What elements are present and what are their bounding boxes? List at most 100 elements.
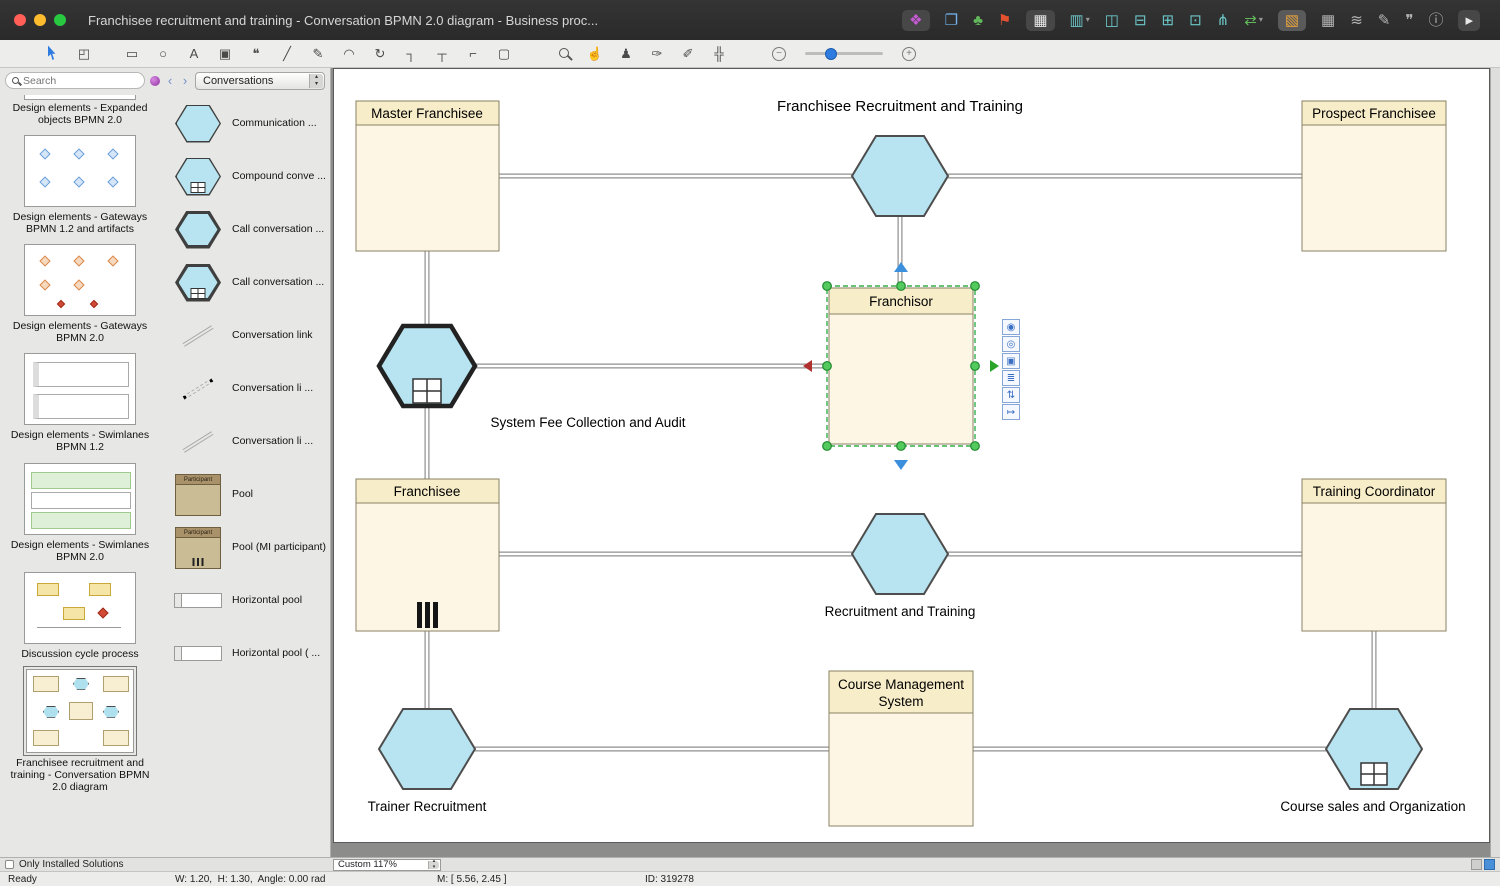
shape-item[interactable]: Horizontal pool [160, 574, 330, 627]
frame-tool-icon[interactable]: ▣ [214, 47, 236, 60]
template-item[interactable]: Design elements - Swimlanes BPMN 1.2 [0, 353, 160, 453]
color-style-icon[interactable]: ◎ [1002, 336, 1020, 352]
scroll-corner-button[interactable] [1471, 859, 1482, 870]
template-item[interactable]: Design elements - Expanded objects BPMN … [0, 95, 160, 126]
tree-connector-icon[interactable]: ⋔ [1217, 13, 1230, 28]
template-item[interactable]: Design elements - Gateways BPMN 1.2 and … [0, 135, 160, 235]
pool-franchisee[interactable]: Franchisee [356, 479, 499, 631]
curve-tool-icon[interactable]: ↻ [369, 47, 391, 60]
present-icon[interactable]: ▸ [1458, 10, 1480, 31]
smart-connector-icon[interactable]: ⌐ [462, 47, 484, 60]
search-input[interactable] [23, 75, 123, 87]
connect-action-icon[interactable]: ↦ [1002, 404, 1020, 420]
arc-tool-icon[interactable]: ◠ [338, 47, 360, 60]
shape-item[interactable]: Horizontal pool ( ... [160, 627, 330, 680]
elbow-connector-icon[interactable]: ┐ [400, 47, 422, 60]
copy-document-icon[interactable]: ❐ [945, 13, 958, 28]
properties-list-icon[interactable]: ≣ [1002, 370, 1020, 386]
line-tool-icon[interactable]: ╱ [276, 47, 298, 60]
pool-title[interactable]: Franchisor [869, 294, 933, 309]
zoom-slider[interactable] [805, 52, 883, 55]
insert-shape-icon[interactable]: ⊞ [1162, 13, 1175, 28]
conversation-node-trainer[interactable] [379, 709, 475, 789]
endpoint-arrow-left-icon[interactable] [803, 360, 812, 372]
polyline-connector-icon[interactable]: ┬ [431, 47, 453, 60]
pool-course-management-system[interactable]: Course Management System [829, 671, 973, 826]
pool-master-franchisee[interactable]: Master Franchisee [356, 101, 499, 251]
pencil-tool-icon[interactable]: ✎ [307, 47, 329, 60]
callout-tool-icon[interactable]: ❝ [245, 47, 267, 60]
pan-tool-icon[interactable]: ☝ [584, 47, 606, 60]
pool-title[interactable]: Master Franchisee [371, 106, 483, 121]
zoom-window-button[interactable] [54, 14, 66, 26]
vertical-scrollbar[interactable] [1490, 68, 1500, 857]
nav-back-button[interactable]: ‹ [165, 74, 175, 87]
shape-format-icon[interactable]: ▣ [1002, 353, 1020, 369]
swimlane-h-icon[interactable]: ◫ [1105, 13, 1119, 28]
flag-icon[interactable]: ⚑ [998, 13, 1011, 28]
eyedropper-tool-icon[interactable]: ✑ [646, 47, 668, 60]
label-system-fee[interactable]: System Fee Collection and Audit [490, 415, 685, 430]
rectangle-tool-icon[interactable]: ▭ [121, 47, 143, 60]
document-page[interactable]: Master Franchisee Prospect Franchisee Fr… [333, 68, 1490, 843]
layers-icon[interactable]: ⊡ [1189, 13, 1202, 28]
shape-item[interactable]: Call conversation ... [160, 256, 330, 309]
zoom-out-button[interactable]: − [772, 47, 786, 61]
table-icon[interactable]: ▦ [1026, 10, 1054, 31]
shape-item[interactable]: Participant Pool [160, 468, 330, 521]
page-navigator-button[interactable] [1484, 859, 1495, 870]
conversation-node-recruitment-top[interactable] [852, 136, 948, 216]
pool-franchisor[interactable]: Franchisor [829, 288, 973, 444]
minimize-button[interactable] [34, 14, 46, 26]
swimlane-v-icon[interactable]: ⊟ [1134, 13, 1147, 28]
library-dropdown[interactable]: Conversations ▴▾ [195, 72, 325, 90]
conversation-node-recruitment[interactable] [852, 514, 948, 594]
template-item[interactable]: Design elements - Swimlanes BPMN 2.0 [0, 463, 160, 563]
swap-vertical-icon[interactable]: ⇅ [1002, 387, 1020, 403]
endpoint-arrow-right-icon[interactable] [990, 360, 999, 372]
close-button[interactable] [14, 14, 26, 26]
zoom-slider-knob[interactable] [825, 48, 837, 60]
grid-icon[interactable]: ▦ [1321, 13, 1335, 28]
zoom-in-button[interactable]: + [902, 47, 916, 61]
pool-title[interactable]: Franchisee [394, 484, 461, 499]
shape-item[interactable]: Conversation li ... [160, 415, 330, 468]
conversation-node-system-fee[interactable] [379, 326, 475, 406]
pool-prospect-franchisee[interactable]: Prospect Franchisee [1302, 101, 1446, 251]
wave-icon[interactable]: ≋ [1350, 13, 1363, 28]
rounded-rect-tool-icon[interactable]: ▢ [493, 47, 515, 60]
label-course-sales[interactable]: Course sales and Organization [1280, 799, 1465, 814]
shape-item[interactable]: Compound conve ... [160, 150, 330, 203]
info-icon[interactable]: ⓘ [1428, 13, 1443, 28]
pool-title-line2[interactable]: System [878, 694, 923, 709]
zoom-level-dropdown[interactable]: Custom 117% ▴▾ [333, 859, 441, 871]
pool-title[interactable]: Training Coordinator [1313, 484, 1436, 499]
solutions-app-icon[interactable]: ❖ [902, 10, 929, 31]
solutions-panel-icon[interactable] [150, 76, 160, 86]
shape-item[interactable]: Call conversation ... [160, 203, 330, 256]
select-tool-icon[interactable] [42, 45, 64, 62]
glue-arrow-bottom-icon[interactable] [894, 460, 908, 470]
clover-icon[interactable]: ♣ [973, 13, 983, 28]
only-installed-checkbox[interactable] [5, 860, 14, 869]
nav-forward-button[interactable]: › [180, 74, 190, 87]
shape-item[interactable]: Conversation li ... [160, 362, 330, 415]
style-stamp-icon[interactable]: ◉ [1002, 319, 1020, 335]
text-tool-icon[interactable]: A [183, 47, 205, 60]
diagram-title[interactable]: Franchisee Recruitment and Training [777, 98, 1023, 115]
pool-training-coordinator[interactable]: Training Coordinator [1302, 479, 1446, 631]
template-item[interactable]: Franchisee recruitment and training - Co… [0, 669, 160, 793]
label-recruitment[interactable]: Recruitment and Training [825, 604, 976, 619]
shape-item[interactable]: Conversation link [160, 309, 330, 362]
template-item[interactable]: Discussion cycle process [0, 572, 160, 660]
label-trainer[interactable]: Trainer Recruitment [368, 799, 487, 814]
template-item[interactable]: Design elements - Gateways BPMN 2.0 [0, 244, 160, 344]
shape-item[interactable]: Participant Pool (MI participant) [160, 521, 330, 574]
pen-icon[interactable]: ✎ [1378, 13, 1391, 28]
callout-icon[interactable]: ❞ [1405, 13, 1413, 28]
chart-type-icon[interactable]: ▥▾ [1070, 13, 1090, 28]
conversation-node-course-sales[interactable] [1326, 709, 1422, 789]
zoom-tool-icon[interactable] [553, 47, 575, 60]
pool-title-line1[interactable]: Course Management [838, 677, 964, 692]
transform-tool-icon[interactable]: ◰ [73, 47, 95, 60]
